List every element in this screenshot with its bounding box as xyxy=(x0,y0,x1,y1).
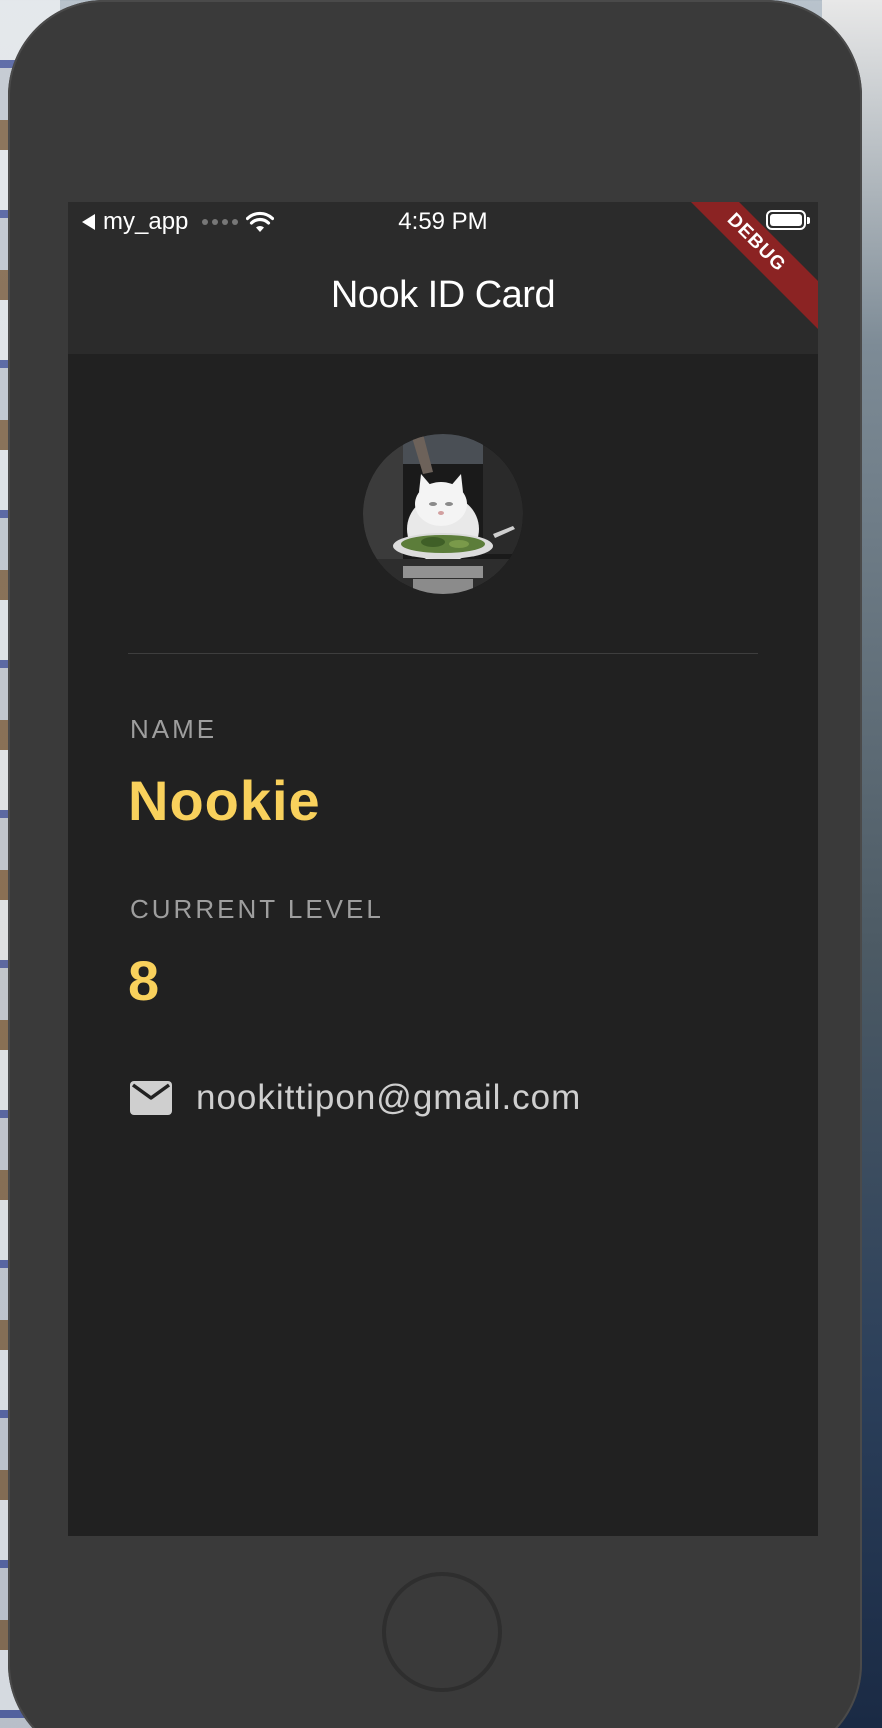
page-title: Nook ID Card xyxy=(330,274,556,316)
avatar-cat-image xyxy=(363,434,523,594)
name-value: Nookie xyxy=(128,769,321,832)
divider xyxy=(128,653,758,654)
battery-icon xyxy=(766,210,810,230)
app-screen: my_app 4:59 PM Nook ID Card DEBUG NAME N… xyxy=(68,202,818,1536)
name-label: NAME xyxy=(130,714,218,744)
level-value: 8 xyxy=(128,949,161,1012)
avatar xyxy=(363,434,523,594)
email-row: nookittipon@gmail.com xyxy=(130,1078,581,1118)
mail-icon xyxy=(130,1081,172,1115)
email-text[interactable]: nookittipon@gmail.com xyxy=(196,1078,581,1118)
app-bar: Nook ID Card xyxy=(68,242,818,354)
phone-frame: my_app 4:59 PM Nook ID Card DEBUG NAME N… xyxy=(8,0,862,1728)
home-button[interactable] xyxy=(382,1572,502,1692)
level-label: CURRENT LEVEL xyxy=(130,894,384,924)
